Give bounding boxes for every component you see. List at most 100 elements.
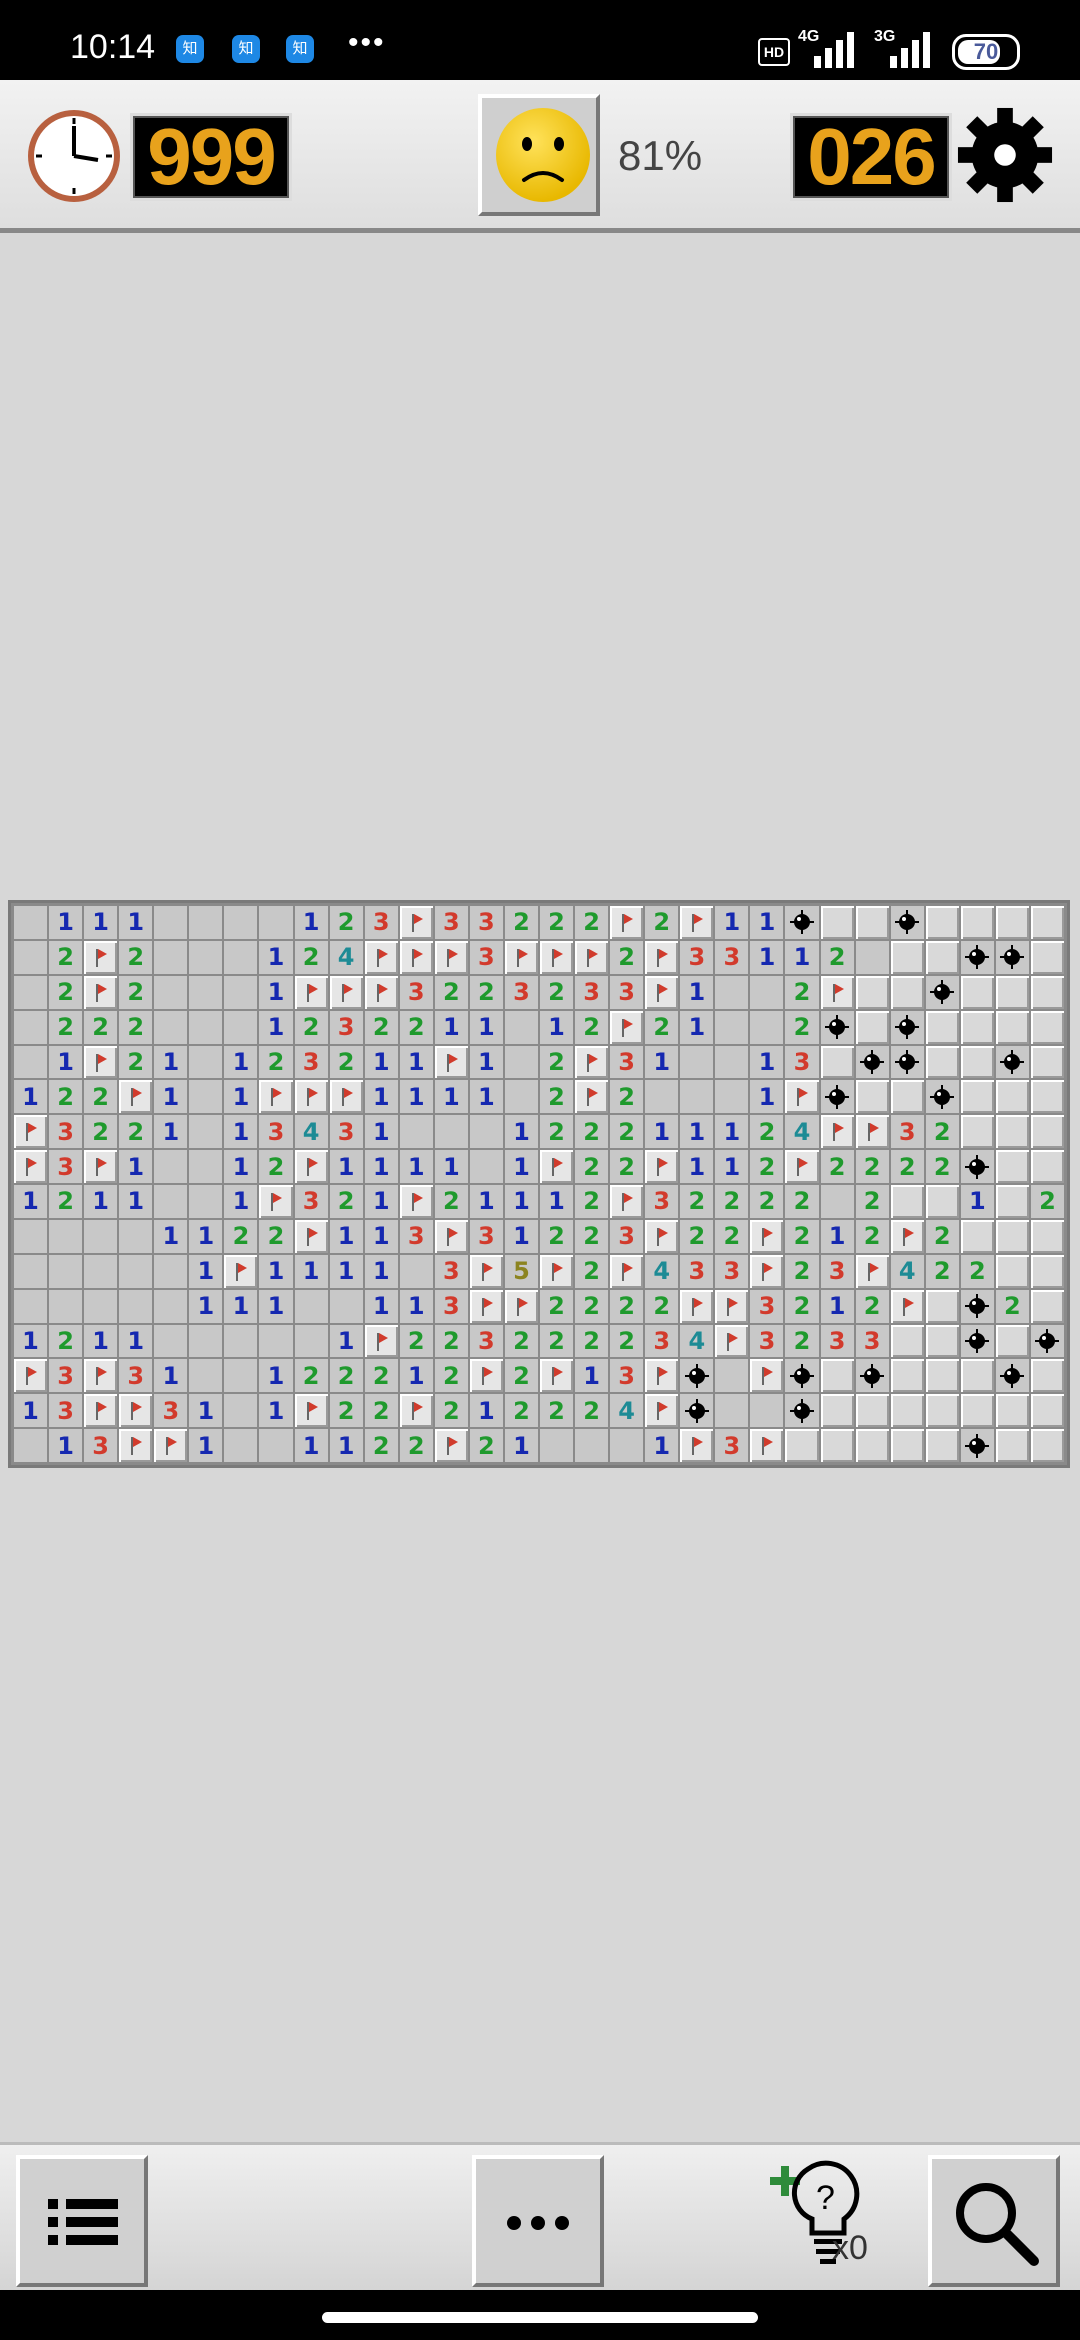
cell-number[interactable]: 4 xyxy=(680,1324,714,1358)
cell-number[interactable]: 2 xyxy=(680,1219,714,1253)
cell-flag[interactable] xyxy=(750,1429,784,1462)
cell-empty[interactable] xyxy=(715,1080,749,1114)
cell-empty[interactable] xyxy=(14,940,48,974)
cell-number[interactable]: 1 xyxy=(364,1150,398,1183)
cell-unopened[interactable] xyxy=(820,1359,854,1393)
cell-number[interactable]: 1 xyxy=(84,906,118,939)
cell-number[interactable]: 2 xyxy=(785,1185,819,1218)
cell-number[interactable]: 1 xyxy=(14,1080,48,1114)
cell-number[interactable]: 2 xyxy=(575,1394,609,1428)
cell-number[interactable]: 3 xyxy=(469,1219,503,1253)
zoom-button[interactable] xyxy=(928,2155,1060,2287)
cell-empty[interactable] xyxy=(715,975,749,1009)
cell-mine[interactable] xyxy=(855,1359,889,1393)
cell-empty[interactable] xyxy=(14,1010,48,1044)
cell-number[interactable]: 2 xyxy=(49,940,83,974)
cell-number[interactable]: 1 xyxy=(645,1045,679,1079)
cell-number[interactable]: 2 xyxy=(364,1394,398,1428)
cell-unopened[interactable] xyxy=(995,1115,1029,1149)
cell-number[interactable]: 2 xyxy=(645,1289,679,1323)
cell-unopened[interactable] xyxy=(855,1429,889,1462)
cell-number[interactable]: 2 xyxy=(610,1080,644,1114)
cell-flag[interactable] xyxy=(119,1394,153,1428)
cell-mine[interactable] xyxy=(995,1045,1029,1079)
cell-number[interactable]: 2 xyxy=(119,975,153,1009)
cell-number[interactable]: 3 xyxy=(154,1394,188,1428)
home-bar[interactable] xyxy=(322,2312,758,2323)
cell-flag[interactable] xyxy=(750,1254,784,1288)
new-game-face-button[interactable] xyxy=(478,94,600,216)
cell-number[interactable]: 1 xyxy=(364,1289,398,1323)
cell-unopened[interactable] xyxy=(855,1010,889,1044)
cell-empty[interactable] xyxy=(504,1010,538,1044)
cell-number[interactable]: 3 xyxy=(469,906,503,939)
cell-unopened[interactable] xyxy=(925,1045,959,1079)
cell-empty[interactable] xyxy=(715,1010,749,1044)
cell-unopened[interactable] xyxy=(995,1324,1029,1358)
cell-flag[interactable] xyxy=(329,1080,363,1114)
cell-number[interactable]: 1 xyxy=(189,1289,223,1323)
cell-unopened[interactable] xyxy=(960,1219,994,1253)
cell-number[interactable]: 1 xyxy=(364,1045,398,1079)
cell-number[interactable]: 1 xyxy=(329,1429,363,1462)
cell-number[interactable]: 2 xyxy=(539,1115,574,1149)
cell-flag[interactable] xyxy=(84,1394,118,1428)
cell-empty[interactable] xyxy=(189,906,223,939)
cell-number[interactable]: 2 xyxy=(680,1185,714,1218)
cell-empty[interactable] xyxy=(224,1359,258,1393)
cell-flag[interactable] xyxy=(610,1254,644,1288)
cell-number[interactable]: 1 xyxy=(680,1150,714,1183)
cell-number[interactable]: 1 xyxy=(259,1394,293,1428)
cell-empty[interactable] xyxy=(259,906,293,939)
cell-unopened[interactable] xyxy=(890,1429,924,1462)
cell-mine[interactable] xyxy=(820,1080,854,1114)
cell-number[interactable]: 1 xyxy=(224,1185,258,1218)
cell-number[interactable]: 3 xyxy=(434,1254,468,1288)
cell-empty[interactable] xyxy=(504,1080,538,1114)
cell-unopened[interactable] xyxy=(855,1394,889,1428)
cell-number[interactable]: 2 xyxy=(294,1010,328,1044)
cell-number[interactable]: 2 xyxy=(925,1219,959,1253)
cell-flag[interactable] xyxy=(84,1359,118,1393)
cell-number[interactable]: 2 xyxy=(294,940,328,974)
cell-number[interactable]: 2 xyxy=(855,1289,889,1323)
cell-number[interactable]: 3 xyxy=(645,1185,679,1218)
cell-number[interactable]: 2 xyxy=(329,1045,363,1079)
minefield-board[interactable]: 1111233322221122124323311222132232331222… xyxy=(8,900,1070,1468)
cell-number[interactable]: 2 xyxy=(785,1219,819,1253)
cell-number[interactable]: 3 xyxy=(645,1324,679,1358)
cell-number[interactable]: 2 xyxy=(925,1115,959,1149)
cell-empty[interactable] xyxy=(224,1429,258,1462)
cell-number[interactable]: 1 xyxy=(539,1185,574,1218)
cell-number[interactable]: 2 xyxy=(259,1045,293,1079)
cell-number[interactable]: 1 xyxy=(189,1254,223,1288)
cell-unopened[interactable] xyxy=(960,1394,994,1428)
cell-unopened[interactable] xyxy=(925,1394,959,1428)
cell-number[interactable]: 2 xyxy=(925,1150,959,1183)
cell-flag[interactable] xyxy=(294,1394,328,1428)
cell-unopened[interactable] xyxy=(1030,1429,1064,1462)
cell-number[interactable]: 1 xyxy=(399,1289,433,1323)
cell-number[interactable]: 2 xyxy=(575,1115,609,1149)
cell-number[interactable]: 1 xyxy=(294,906,328,939)
cell-number[interactable]: 4 xyxy=(645,1254,679,1288)
cell-number[interactable]: 1 xyxy=(259,1289,293,1323)
cell-number[interactable]: 2 xyxy=(49,975,83,1009)
cell-number[interactable]: 2 xyxy=(785,1254,819,1288)
cell-number[interactable]: 1 xyxy=(224,1150,258,1183)
cell-mine[interactable] xyxy=(925,1080,959,1114)
cell-number[interactable]: 3 xyxy=(399,975,433,1009)
cell-empty[interactable] xyxy=(189,1185,223,1218)
cell-flag[interactable] xyxy=(259,1080,293,1114)
cell-number[interactable]: 3 xyxy=(610,1219,644,1253)
cell-flag[interactable] xyxy=(329,975,363,1009)
cell-flag[interactable] xyxy=(645,1150,679,1183)
cell-empty[interactable] xyxy=(399,1115,433,1149)
cell-flag[interactable] xyxy=(84,975,118,1009)
cell-number[interactable]: 2 xyxy=(329,1394,363,1428)
cell-empty[interactable] xyxy=(504,1045,538,1079)
cell-number[interactable]: 3 xyxy=(610,1359,644,1393)
cell-empty[interactable] xyxy=(84,1219,118,1253)
cell-number[interactable]: 2 xyxy=(119,1115,153,1149)
cell-unopened[interactable] xyxy=(890,1359,924,1393)
